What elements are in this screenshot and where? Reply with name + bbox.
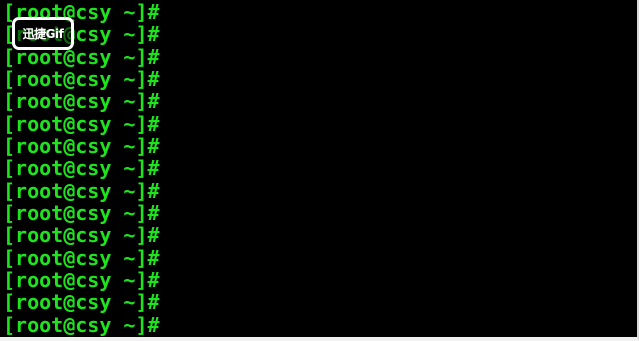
prompt-line: [root@csy ~]# [3,290,160,315]
prompt-line: [root@csy ~]# [3,245,160,270]
prompt-line: [root@csy ~]# [3,89,160,114]
prompt-line: [root@csy ~]# [3,268,160,293]
prompt-line: [root@csy ~]# [3,223,160,248]
gif-watermark-label: 迅捷Gif [22,27,64,41]
prompt-line: [root@csy ~]# [3,156,160,181]
prompt-line: [root@csy ~]# [3,67,160,92]
gif-watermark-badge: 迅捷Gif [12,17,74,50]
prompt-line: [root@csy ~]# [3,178,160,203]
prompt-line: [root@csy ~]# [3,111,160,136]
terminal-output: [root@csy ~]# [root@csy ~]# [root@csy ~]… [3,1,160,336]
terminal-window[interactable]: [root@csy ~]# [root@csy ~]# [root@csy ~]… [0,0,639,341]
prompt-line: [root@csy ~]# [3,201,160,226]
prompt-line-active[interactable]: [root@csy ~]# [3,314,160,336]
prompt-line: [root@csy ~]# [3,134,160,159]
